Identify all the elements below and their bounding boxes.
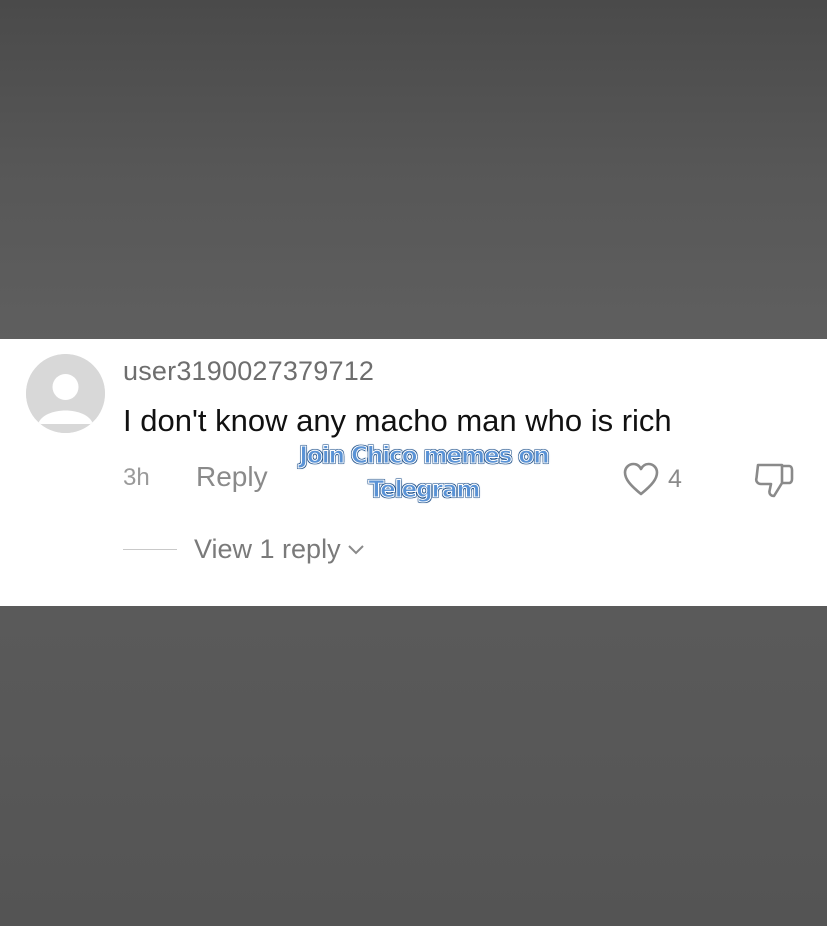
- watermark-overlay: Join Chico memes on Telegram: [266, 439, 582, 507]
- comment-card: user3190027379712 I don't know any macho…: [0, 339, 827, 606]
- background-top: [0, 0, 827, 339]
- comment-text: I don't know any macho man who is rich: [123, 403, 672, 438]
- view-replies-button[interactable]: View 1 reply: [194, 534, 365, 565]
- view-replies-label: View 1 reply: [194, 534, 341, 564]
- default-avatar-icon: [26, 354, 105, 433]
- thumbs-down-icon: [754, 463, 794, 498]
- watermark-line-1: Join Chico memes on: [299, 443, 550, 470]
- like-count: 4: [668, 464, 682, 493]
- background-bottom: [0, 606, 827, 926]
- dislike-button[interactable]: [752, 459, 796, 499]
- watermark-line-2: Telegram: [368, 477, 481, 504]
- avatar[interactable]: [26, 354, 105, 433]
- replies-divider-line: [123, 549, 177, 550]
- like-button[interactable]: 4: [622, 459, 682, 499]
- reply-button[interactable]: Reply: [196, 461, 268, 493]
- chevron-down-icon: [347, 544, 364, 554]
- comment-username[interactable]: user3190027379712: [123, 356, 374, 387]
- heart-outline-icon: [623, 462, 659, 496]
- comment-timestamp: 3h: [123, 464, 150, 491]
